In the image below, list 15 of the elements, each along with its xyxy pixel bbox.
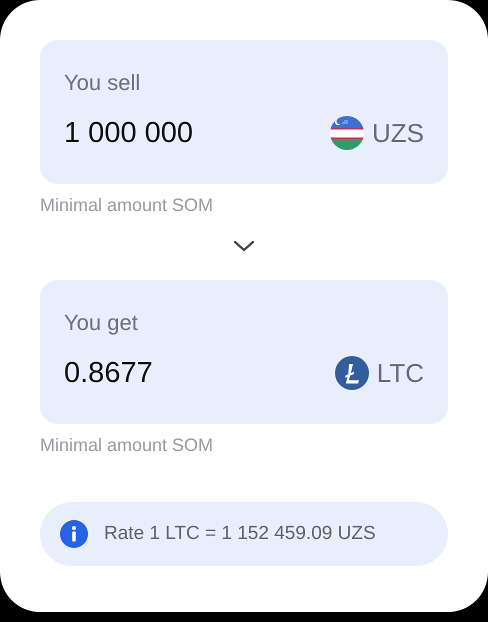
hint-text: Minimal amount SOM [40,194,214,216]
currency-code: UZS [372,118,424,148]
amount-field[interactable]: You sell 1 000 000 UZS [40,40,448,184]
field-label: You get [64,310,139,336]
rate-text: Rate 1 LTC = 1 152 459.09 UZS [104,523,376,545]
litecoin-icon [334,356,369,390]
amount-value: 0.8677 [64,356,153,390]
field-label: You sell [64,70,142,96]
flag-icon [330,116,364,150]
currency-code: LTC [376,358,424,388]
info-icon [60,520,88,548]
amount-field[interactable]: You get 0.8677 LTC [40,280,448,424]
hint-text: Minimal amount SOM [40,434,214,456]
amount-value: 1 000 000 [64,116,194,150]
chevron-down-icon[interactable] [233,240,255,252]
